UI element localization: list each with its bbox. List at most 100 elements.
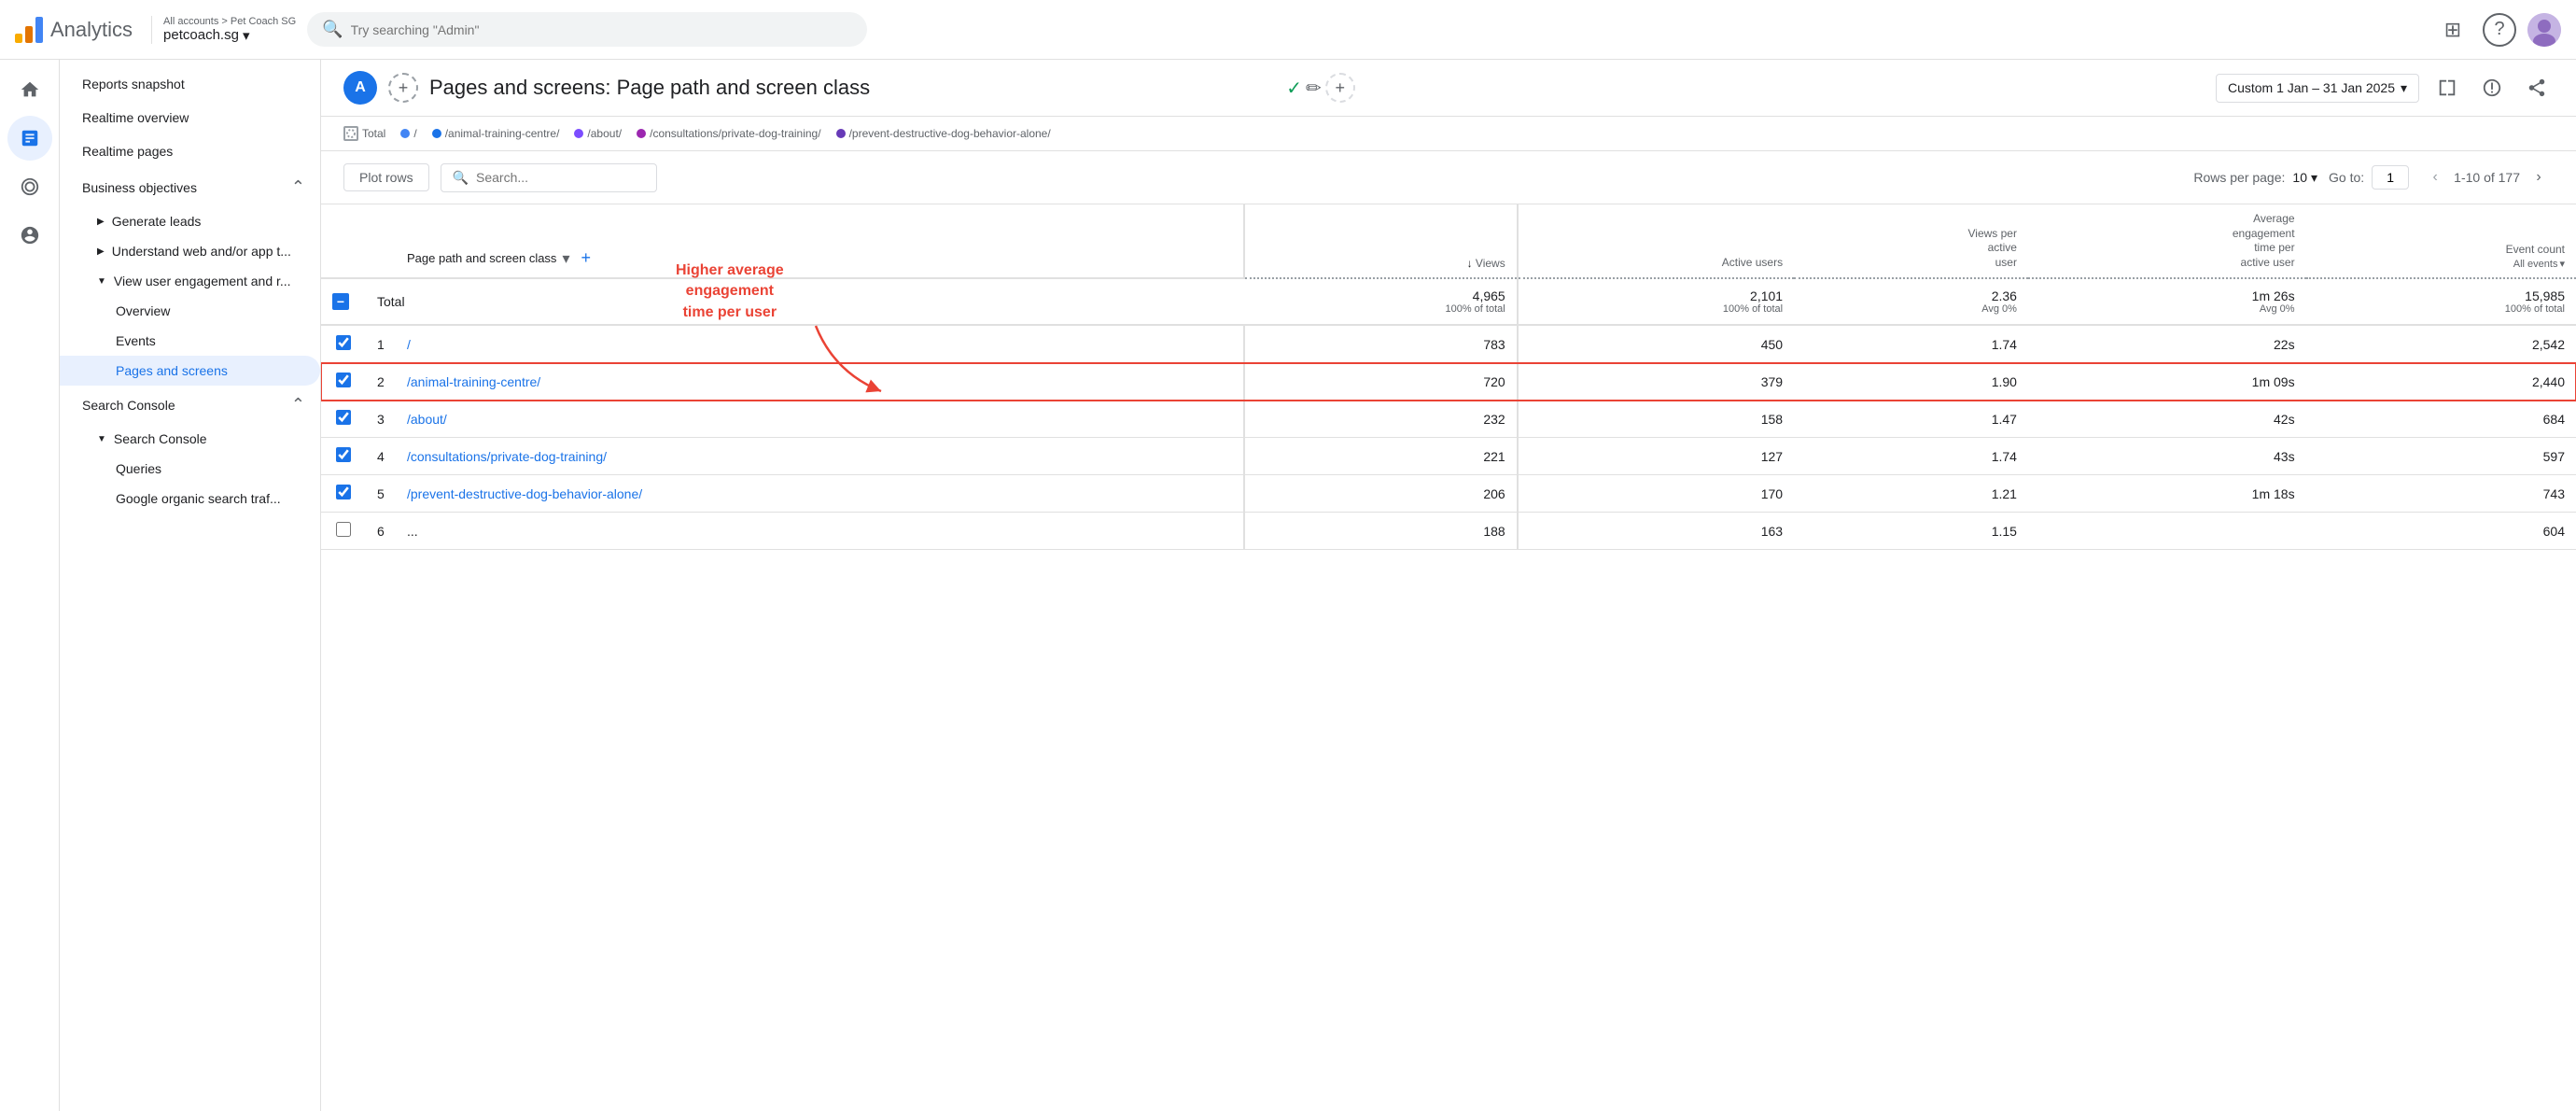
sidebar-item-view-user-engagement[interactable]: ▼ View user engagement and r... <box>60 266 320 296</box>
sidebar-item-understand-web[interactable]: ▶ Understand web and/or app t... <box>60 236 320 266</box>
chevron-down-icon-rows: ▾ <box>2311 170 2317 186</box>
add-comparison-button[interactable]: + <box>388 73 418 103</box>
row-page-path[interactable]: /animal-training-centre/ <box>396 363 1244 401</box>
row-checkbox-cell[interactable] <box>321 401 366 438</box>
sidebar-item-google-organic[interactable]: Google organic search traf... <box>60 484 320 513</box>
row-checkbox[interactable] <box>336 335 351 350</box>
header-views-per-active-user[interactable]: Views peractiveuser <box>1794 204 2028 278</box>
share-button[interactable] <box>2520 71 2554 105</box>
rows-per-page-selector[interactable]: 10 ▾ <box>2292 170 2317 186</box>
total-avg-engagement-value: 1m 26s <box>2039 288 2295 303</box>
row-page-path[interactable]: /prevent-destructive-dog-behavior-alone/ <box>396 475 1244 513</box>
header-views[interactable]: ↓ Views <box>1244 204 1518 278</box>
row-views: 206 <box>1244 475 1518 513</box>
row-views: 188 <box>1244 513 1518 550</box>
row-page-path[interactable]: / <box>396 325 1244 363</box>
add-dimension-button[interactable]: + <box>575 246 596 270</box>
table-search[interactable]: 🔍 <box>441 163 657 192</box>
page-path-dropdown-icon[interactable]: ▾ <box>562 249 569 268</box>
page-next-button[interactable]: › <box>2524 162 2554 192</box>
go-to-label: Go to: <box>2329 170 2364 185</box>
row-checkbox[interactable] <box>336 485 351 499</box>
grid-menu-button[interactable]: ⊞ <box>2434 11 2471 49</box>
plot-rows-button[interactable]: Plot rows <box>343 163 429 191</box>
go-to-input[interactable] <box>2372 165 2409 190</box>
row-views-per-user: 1.74 <box>1794 438 2028 475</box>
page-title: Pages and screens: Page path and screen … <box>429 76 1267 100</box>
sidebar-item-queries[interactable]: Queries <box>60 454 320 484</box>
avatar[interactable] <box>2527 13 2561 47</box>
realtime-pages-label: Realtime pages <box>82 144 173 159</box>
main-layout: Reports snapshot Realtime overview Realt… <box>0 60 2576 1111</box>
row-checkbox[interactable] <box>336 373 351 387</box>
total-active-users-cell: 2,101 100% of total <box>1518 278 1794 325</box>
account-name[interactable]: petcoach.sg ▾ <box>163 27 296 44</box>
row-avg-engagement-time: 22s <box>2028 325 2306 363</box>
add-metric-button[interactable]: + <box>1325 73 1355 103</box>
row-page-path[interactable]: /about/ <box>396 401 1244 438</box>
nav-explore-button[interactable] <box>7 164 52 209</box>
total-checkbox-cell[interactable]: − <box>321 278 366 325</box>
legend-slash[interactable]: / <box>400 127 416 140</box>
row-checkbox-cell[interactable] <box>321 475 366 513</box>
row-checkbox[interactable] <box>336 522 351 537</box>
sidebar-item-pages-and-screens[interactable]: Pages and screens <box>60 356 320 386</box>
header-event-count[interactable]: Event count All events ▾ <box>2306 204 2576 278</box>
date-range-button[interactable]: Custom 1 Jan – 31 Jan 2025 ▾ <box>2216 74 2419 103</box>
row-active-users: 127 <box>1518 438 1794 475</box>
header-active-users[interactable]: Active users <box>1518 204 1794 278</box>
search-console-section[interactable]: Search Console ⌃ <box>60 386 320 424</box>
row-checkbox[interactable] <box>336 410 351 425</box>
row-checkbox-cell[interactable] <box>321 325 366 363</box>
legend-total[interactable]: Total <box>343 126 385 141</box>
legend-prevent[interactable]: /prevent-destructive-dog-behavior-alone/ <box>836 127 1051 140</box>
legend-consultations[interactable]: /consultations/private-dog-training/ <box>637 127 820 140</box>
compare-view-button[interactable] <box>2430 71 2464 105</box>
help-button[interactable]: ? <box>2483 13 2516 47</box>
legend-dot-slash <box>400 129 410 138</box>
header-avg-engagement-time[interactable]: Averageengagementtime peractive user <box>2028 204 2306 278</box>
search-input[interactable] <box>351 22 853 37</box>
sidebar-item-generate-leads[interactable]: ▶ Generate leads <box>60 206 320 236</box>
deselect-all-button[interactable]: − <box>332 293 349 310</box>
nav-advertising-button[interactable] <box>7 213 52 258</box>
table-row: 2/animal-training-centre/7203791.901m 09… <box>321 363 2576 401</box>
row-page-path[interactable]: /consultations/private-dog-training/ <box>396 438 1244 475</box>
sidebar-item-realtime-overview[interactable]: Realtime overview <box>60 101 320 134</box>
table-search-input[interactable] <box>476 170 645 185</box>
search-bar[interactable]: 🔍 <box>307 12 867 47</box>
insights-button[interactable] <box>2475 71 2509 105</box>
nav-reports-button[interactable] <box>7 116 52 161</box>
rows-per-page-value: 10 <box>2292 170 2307 185</box>
chart-legend: Total / /animal-training-centre/ /about/… <box>321 117 2576 151</box>
legend-about[interactable]: /about/ <box>574 127 622 140</box>
table-row: 5/prevent-destructive-dog-behavior-alone… <box>321 475 2576 513</box>
generate-leads-label: Generate leads <box>112 214 202 229</box>
sidebar-item-events[interactable]: Events <box>60 326 320 356</box>
page-prev-button[interactable]: ‹ <box>2420 162 2450 192</box>
row-checkbox-cell[interactable] <box>321 513 366 550</box>
row-number: 5 <box>366 475 396 513</box>
pencil-icon: ✏ <box>1306 77 1322 100</box>
row-number: 4 <box>366 438 396 475</box>
active-users-header-label: Active users <box>1722 256 1783 269</box>
row-checkbox-cell[interactable] <box>321 438 366 475</box>
sidebar-item-reports-snapshot[interactable]: Reports snapshot <box>60 67 320 101</box>
nav-home-button[interactable] <box>7 67 52 112</box>
business-objectives-section[interactable]: Business objectives ⌃ <box>60 168 320 206</box>
table-header-row: Page path and screen class ▾ + ↓ Views A… <box>321 204 2576 278</box>
row-checkbox-cell[interactable] <box>321 363 366 401</box>
sidebar-item-search-console[interactable]: ▼ Search Console <box>60 424 320 454</box>
total-active-users-value: 2,101 <box>1530 288 1783 303</box>
row-page-path[interactable]: ... <box>396 513 1244 550</box>
row-event-count: 684 <box>2306 401 2576 438</box>
event-count-dropdown[interactable]: All events ▾ <box>2513 258 2565 270</box>
segment-avatar: A <box>343 71 377 105</box>
sidebar-item-realtime-pages[interactable]: Realtime pages <box>60 134 320 168</box>
legend-animal[interactable]: /animal-training-centre/ <box>432 127 560 140</box>
row-number: 3 <box>366 401 396 438</box>
sidebar-item-overview[interactable]: Overview <box>60 296 320 326</box>
account-selector[interactable]: All accounts > Pet Coach SG petcoach.sg … <box>151 16 296 44</box>
header-page-path[interactable]: Page path and screen class ▾ + <box>396 204 1244 278</box>
row-checkbox[interactable] <box>336 447 351 462</box>
